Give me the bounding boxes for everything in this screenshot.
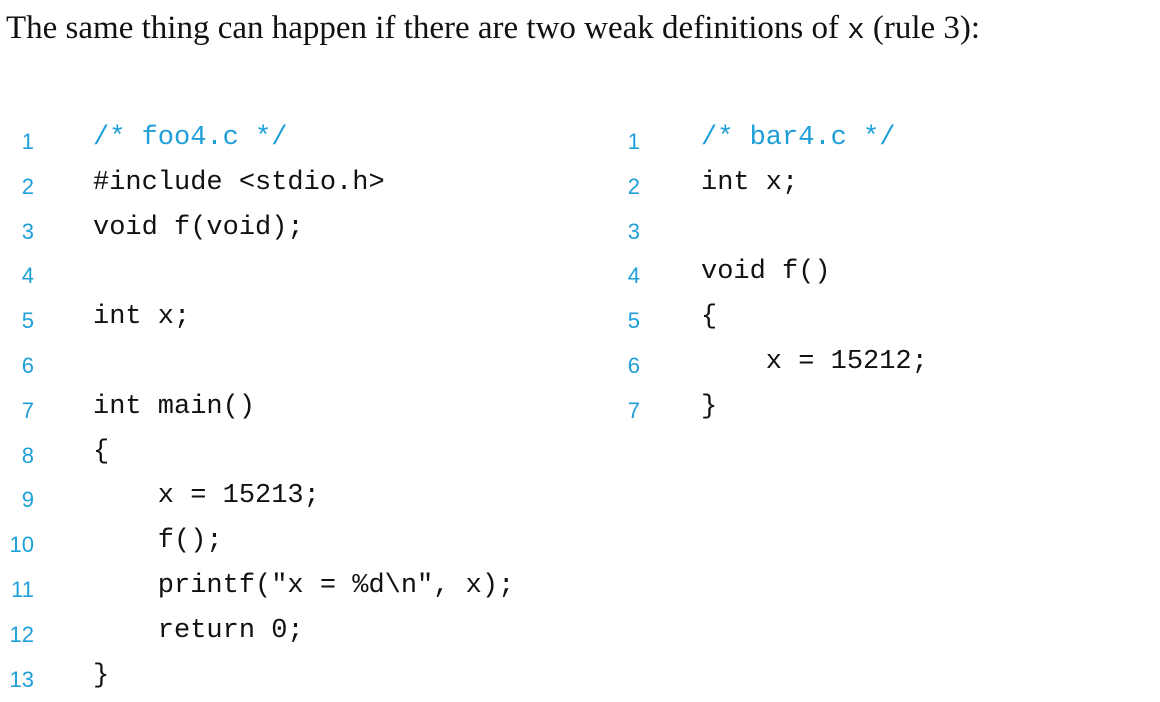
line-number: 10: [9, 532, 34, 558]
code-text: int main(): [93, 391, 256, 422]
line-number: 6: [627, 352, 640, 378]
code-text: return 0;: [93, 615, 304, 646]
intro-text-after: (rule 3):: [864, 10, 981, 46]
line-number: 2: [627, 173, 640, 199]
code-text: int x;: [701, 167, 799, 198]
line-number: 7: [21, 397, 34, 423]
code-text: int x;: [93, 302, 191, 333]
code-text: void f(): [701, 257, 831, 288]
line-number: 5: [627, 308, 640, 334]
line-number: 4: [21, 263, 34, 289]
line-number: 8: [21, 442, 34, 468]
code-comment: /* foo4.c */: [93, 123, 288, 153]
line-number: 1: [627, 129, 640, 154]
code-text: {: [701, 302, 718, 333]
code-text: x = 15213;: [93, 481, 320, 512]
line-number: 5: [21, 308, 34, 334]
code-text: printf("x = %d\n", x);: [93, 570, 515, 601]
line-number: 11: [11, 576, 34, 602]
code-text: void f(void);: [93, 212, 304, 243]
line-number: 7: [627, 397, 640, 423]
line-number: 13: [9, 666, 34, 692]
code-text: #include <stdio.h>: [93, 167, 385, 198]
line-number: 12: [9, 621, 34, 647]
line-number: 3: [21, 218, 34, 244]
code-text: x = 15212;: [701, 346, 928, 377]
intro-paragraph: The same thing can happen if there are t…: [6, 8, 980, 51]
code-text: f();: [93, 526, 223, 557]
code-text: }: [701, 391, 718, 422]
line-number: 6: [21, 352, 34, 378]
intro-inline-code: x: [847, 14, 865, 47]
line-number: 1: [21, 129, 34, 154]
code-text: {: [93, 436, 110, 467]
line-number: 4: [627, 263, 640, 289]
line-number: 9: [21, 487, 34, 513]
line-number: 3: [627, 218, 640, 244]
code-comment: /* bar4.c */: [701, 123, 896, 153]
line-number: 2: [21, 173, 34, 199]
code-text: }: [93, 660, 110, 691]
intro-text-before: The same thing can happen if there are t…: [6, 10, 848, 46]
